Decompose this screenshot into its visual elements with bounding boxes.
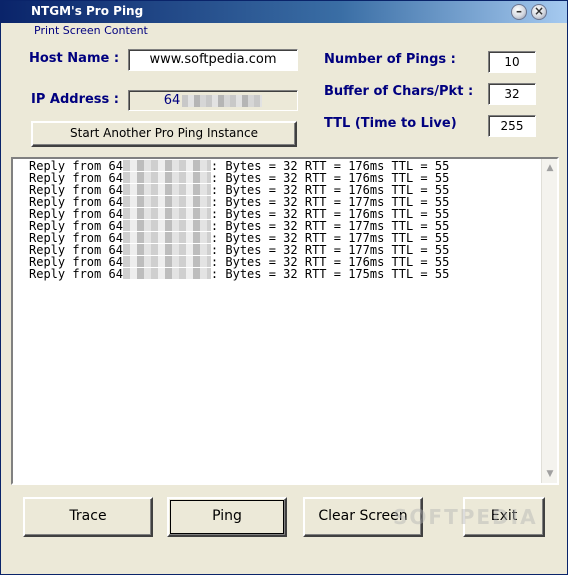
ping-reply-redacted-ip	[122, 244, 211, 255]
minimize-icon: –	[516, 4, 522, 18]
watermark: SOFTPEDIA	[393, 505, 538, 529]
ping-reply-redacted-ip	[122, 196, 211, 207]
window-title: NTGM's Pro Ping	[31, 4, 144, 18]
vertical-scrollbar[interactable]: ▲ ▼	[541, 159, 557, 483]
ip-address-redacted	[182, 94, 263, 107]
ping-reply-prefix: Reply from 64	[29, 267, 123, 281]
ping-reply-redacted-ip	[122, 220, 211, 231]
number-of-pings-label: Number of Pings :	[324, 52, 456, 67]
ping-output-lines: Reply from 64: Bytes = 32 RTT = 176ms TT…	[29, 160, 449, 280]
ttl-value: 255	[500, 119, 524, 133]
title-bar[interactable]: NTGM's Pro Ping – ×	[1, 1, 567, 23]
ping-output-area[interactable]: Reply from 64: Bytes = 32 RTT = 176ms TT…	[11, 157, 559, 485]
host-name-value: www.softpedia.com	[149, 52, 277, 67]
menu-bar: Print Screen Content	[1, 23, 567, 41]
ping-reply-redacted-ip	[122, 184, 211, 195]
ping-reply-redacted-ip	[122, 208, 211, 219]
buffer-input[interactable]: 32	[488, 83, 536, 105]
close-button[interactable]: ×	[531, 4, 547, 20]
minimize-button[interactable]: –	[511, 4, 527, 20]
buffer-value: 32	[504, 87, 520, 101]
ttl-label: TTL (Time to Live)	[324, 116, 457, 131]
close-icon: ×	[533, 4, 545, 18]
ping-button[interactable]: Ping	[167, 497, 287, 537]
number-of-pings-input[interactable]: 10	[488, 51, 536, 73]
number-of-pings-value: 10	[504, 55, 520, 69]
ping-reply-redacted-ip	[122, 268, 211, 279]
ping-reply-redacted-ip	[122, 160, 211, 171]
scroll-up-arrow-icon[interactable]: ▲	[545, 163, 555, 173]
start-another-instance-button[interactable]: Start Another Pro Ping Instance	[31, 121, 297, 147]
ping-reply-redacted-ip	[122, 172, 211, 183]
ping-reply-redacted-ip	[122, 256, 211, 267]
ttl-input[interactable]: 255	[488, 115, 536, 137]
ping-reply-redacted-ip	[122, 232, 211, 243]
ip-address-field: 64	[128, 90, 298, 111]
host-name-input[interactable]: www.softpedia.com	[128, 49, 298, 71]
trace-button[interactable]: Trace	[23, 497, 153, 537]
ping-reply-suffix: : Bytes = 32 RTT = 175ms TTL = 55	[210, 267, 450, 281]
menu-print-screen[interactable]: Print Screen Content	[34, 24, 148, 37]
host-name-label: Host Name :	[29, 51, 120, 66]
ping-reply-line: Reply from 64 : Bytes = 32 RTT = 175ms TT…	[29, 268, 449, 280]
scroll-down-arrow-icon[interactable]: ▼	[545, 469, 555, 479]
app-window: NTGM's Pro Ping – × Print Screen Content…	[0, 0, 568, 575]
buffer-label: Buffer of Chars/Pkt :	[324, 84, 474, 99]
ip-address-label: IP Address :	[31, 92, 119, 107]
ip-address-value: 64	[163, 93, 181, 108]
